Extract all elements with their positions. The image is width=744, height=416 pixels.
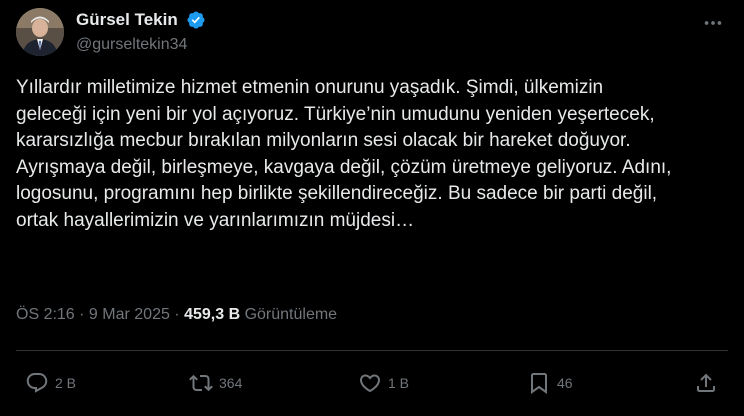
share-icon	[697, 373, 715, 392]
tweet-time[interactable]: ÖS 2:16	[16, 306, 75, 323]
user-handle[interactable]: @gurseltekin34	[76, 36, 206, 54]
share-button[interactable]	[694, 366, 724, 400]
reply-button[interactable]: 2 B	[25, 366, 76, 400]
like-count: 1 B	[388, 375, 410, 391]
repost-icon	[189, 374, 213, 392]
meta-separator: ·	[74, 306, 89, 323]
heart-icon	[359, 374, 381, 393]
more-options-icon[interactable]	[702, 12, 724, 34]
avatar-image	[16, 8, 64, 56]
display-name[interactable]: Gürsel Tekin	[76, 10, 178, 30]
bookmark-icon	[531, 373, 547, 394]
views-label: Görüntüleme	[240, 306, 338, 323]
like-button[interactable]: 1 B	[358, 366, 409, 400]
tweet-actions: 2 B 364 1 B 46	[16, 366, 728, 400]
tweet-header: Gürsel Tekin @gurseltekin34	[16, 8, 728, 56]
verified-badge-icon	[187, 11, 205, 29]
repost-button[interactable]: 364	[189, 366, 242, 400]
bookmark-button[interactable]: 46	[527, 366, 573, 400]
avatar[interactable]	[16, 8, 64, 56]
repost-count: 364	[219, 375, 243, 391]
tweet-meta: ÖS 2:16 · 9 Mar 2025 · 459,3 B Görüntüle…	[16, 306, 337, 324]
views-count: 459,3 B	[184, 306, 241, 323]
meta-separator: ·	[169, 306, 185, 323]
bookmark-count: 46	[557, 375, 573, 391]
reply-count: 2 B	[55, 375, 77, 391]
tweet-text: Yıllardır milletimize hizmet etmenin onu…	[16, 77, 677, 231]
tweet-date[interactable]: 9 Mar 2025	[89, 306, 170, 323]
user-names: Gürsel Tekin @gurseltekin34	[76, 10, 206, 54]
divider	[16, 350, 728, 351]
reply-icon	[26, 373, 48, 393]
